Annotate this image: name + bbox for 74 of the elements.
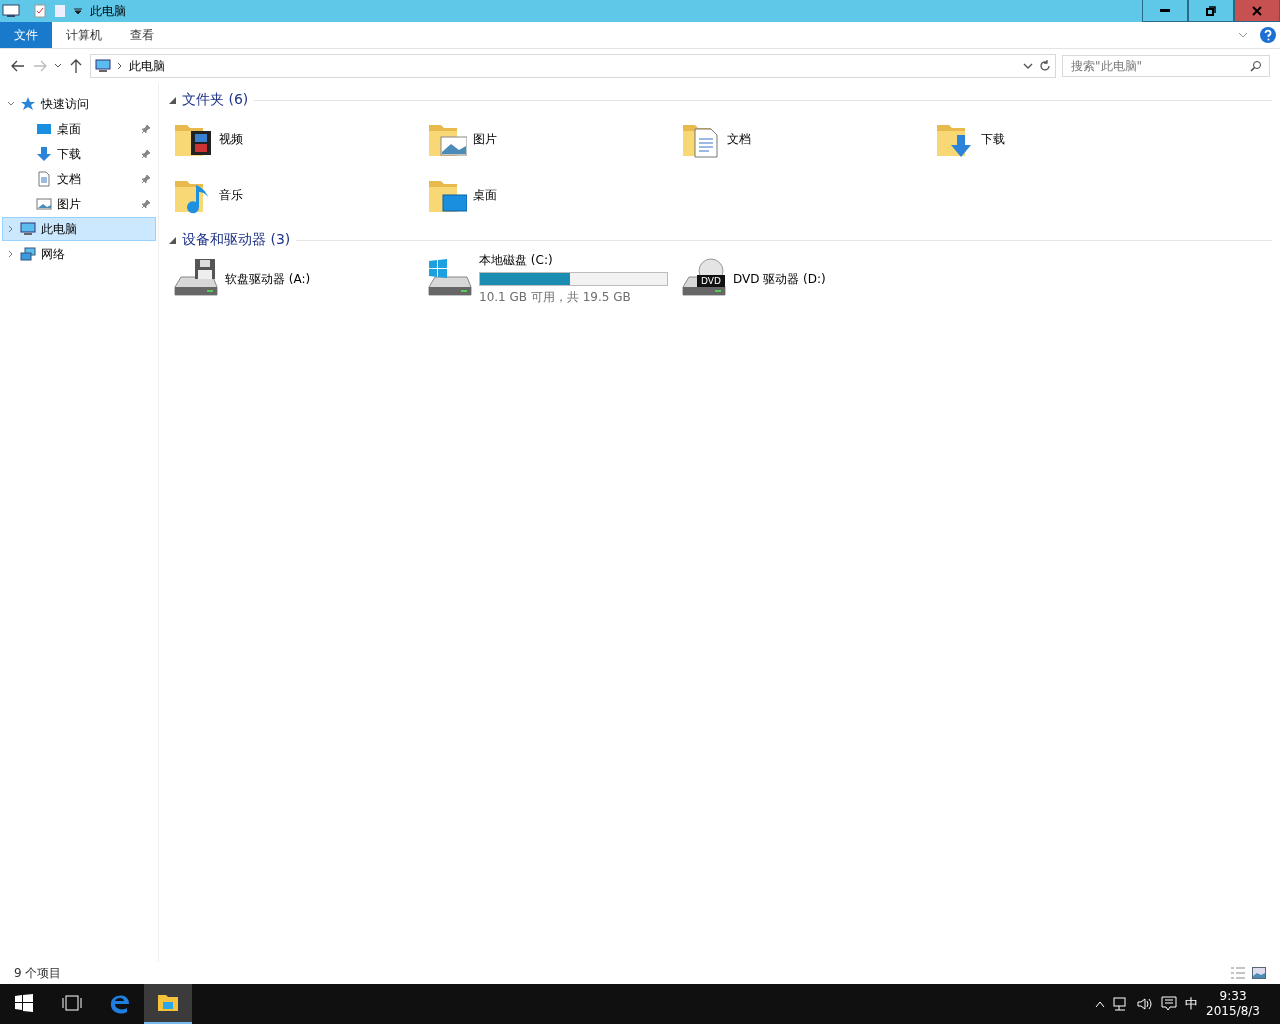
- dropdown-icon[interactable]: [1023, 62, 1033, 70]
- minimize-icon: [1160, 9, 1170, 12]
- taskbar-button[interactable]: [144, 984, 192, 1024]
- expand-ribbon-icon[interactable]: [1238, 30, 1248, 40]
- folder-item[interactable]: 桌面: [427, 167, 681, 223]
- drive-label: 软盘驱动器 (A:): [225, 270, 311, 288]
- close-button[interactable]: [1234, 0, 1280, 22]
- search-field[interactable]: 搜索"此电脑": [1062, 55, 1270, 77]
- nav-item[interactable]: 网络: [2, 242, 156, 266]
- dropdown-icon[interactable]: [74, 7, 82, 15]
- star-icon: [20, 96, 36, 112]
- document-icon: [36, 171, 52, 187]
- folder-item[interactable]: 视频: [173, 111, 427, 167]
- ribbon-tab[interactable]: 查看: [116, 22, 168, 48]
- drive-item[interactable]: DVD DVD 驱动器 (D:): [681, 251, 935, 307]
- folder-item[interactable]: 图片: [427, 111, 681, 167]
- section-header: 文件夹 (6): [182, 91, 249, 109]
- computer-icon: [20, 221, 36, 237]
- folder-label: 桌面: [473, 186, 497, 204]
- ribbon-tab[interactable]: 文件: [0, 22, 52, 48]
- minimize-button[interactable]: [1142, 0, 1188, 22]
- clock[interactable]: 9:33 2015/8/3: [1206, 989, 1260, 1019]
- folder-label: 下载: [981, 130, 1005, 148]
- computer-icon: [95, 58, 111, 74]
- show-hidden-icons-icon[interactable]: [1095, 1000, 1106, 1008]
- folder-item[interactable]: 文档: [681, 111, 935, 167]
- folder-label: 视频: [219, 130, 243, 148]
- restore-button[interactable]: [1188, 0, 1234, 22]
- folder-item[interactable]: 下载: [935, 111, 1189, 167]
- nav-item[interactable]: 下载: [2, 142, 156, 166]
- nav-item[interactable]: 快速访问: [2, 92, 156, 116]
- task-view-icon: [62, 995, 82, 1011]
- free-space-text: 10.1 GB 可用，共 19.5 GB: [479, 289, 632, 306]
- item-count: 9 个项目: [14, 964, 63, 982]
- computer-icon: [2, 4, 20, 18]
- ribbon-tab[interactable]: 计算机: [52, 22, 116, 48]
- search-icon: [1250, 60, 1262, 72]
- volume-icon[interactable]: [1137, 997, 1154, 1011]
- picture-icon: [36, 196, 52, 212]
- window-title: 此电脑: [90, 2, 127, 20]
- properties-icon[interactable]: [34, 4, 46, 18]
- address-bar[interactable]: 此电脑: [90, 54, 1056, 78]
- windows-logo-icon: [15, 994, 33, 1012]
- network-icon: [20, 246, 36, 262]
- close-icon: [1252, 5, 1262, 16]
- dvd-label: DVD: [697, 275, 725, 287]
- section-toggle-icon[interactable]: [169, 236, 176, 244]
- nav-item[interactable]: 此电脑: [2, 217, 156, 241]
- folder-label: 音乐: [219, 186, 243, 204]
- drive-item[interactable]: 本地磁盘 (C:) 10.1 GB 可用，共 19.5 GB: [427, 251, 681, 307]
- drive-label: 本地磁盘 (C:): [479, 252, 554, 269]
- section-toggle-icon[interactable]: [169, 96, 176, 104]
- restore-icon: [1206, 5, 1216, 16]
- back-icon[interactable]: [10, 58, 26, 74]
- folder-label: 文档: [727, 130, 751, 148]
- nav-item[interactable]: 桌面: [2, 117, 156, 141]
- folder-label: 图片: [473, 130, 497, 148]
- drive-item[interactable]: 软盘驱动器 (A:): [173, 251, 427, 307]
- help-icon[interactable]: [1260, 27, 1276, 43]
- drive-label: DVD 驱动器 (D:): [733, 270, 826, 288]
- folder-icon: [157, 994, 179, 1012]
- up-icon[interactable]: [68, 58, 84, 74]
- desktop-icon: [36, 121, 52, 137]
- download-icon: [36, 146, 52, 162]
- section-header: 设备和驱动器 (3): [182, 231, 291, 249]
- input-method-indicator[interactable]: 中: [1185, 995, 1199, 1013]
- refresh-icon[interactable]: [1039, 60, 1051, 72]
- notification-icon[interactable]: [1161, 996, 1178, 1012]
- nav-item[interactable]: 文档: [2, 167, 156, 191]
- nav-item[interactable]: 图片: [2, 192, 156, 216]
- breadcrumb-item[interactable]: 此电脑: [129, 57, 1017, 75]
- folder-item[interactable]: 音乐: [173, 167, 427, 223]
- recent-locations-icon[interactable]: [54, 62, 62, 70]
- large-icons-view-icon[interactable]: [1252, 967, 1266, 979]
